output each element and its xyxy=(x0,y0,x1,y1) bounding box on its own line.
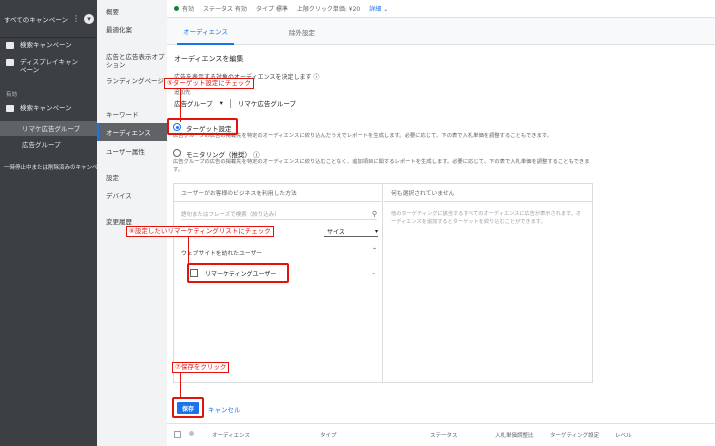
display-campaign-icon xyxy=(6,59,14,66)
status-dot-icon xyxy=(189,431,194,436)
details-link[interactable]: 詳細 ⌄ xyxy=(369,4,388,13)
audience-table-header: オーディエンス タイプ ステータス 入札単価調整比 ターゲティング設定 レベル xyxy=(167,424,715,446)
nav-item-remarketing-adgroup[interactable]: リマケ広告グループ xyxy=(0,121,97,136)
dropdown-arrow-icon: ▾ xyxy=(374,227,378,235)
nav-item-label: 広告グループ xyxy=(22,141,61,149)
menu-audiences-label: オーディエンス xyxy=(106,129,151,137)
chevron-down-icon: ⌄ xyxy=(383,6,389,13)
tab-exclusions[interactable]: 除外設定 xyxy=(289,18,315,45)
page-menu: 概要 最適化案 広告と広告表示オプション ランディングページ キーワード オーデ… xyxy=(97,0,167,446)
section-enabled: 有効 xyxy=(6,92,18,98)
source-dropdown[interactable]: サイス ▾ xyxy=(324,226,378,237)
help-icon[interactable]: ⓘ xyxy=(253,151,260,159)
all-campaigns-label: すべてのキャンペーン xyxy=(4,15,68,24)
column-header[interactable]: ターゲティング設定 xyxy=(550,431,599,439)
annotation-step5: ⑤ターゲット設定にチェック xyxy=(164,78,254,89)
dropdown-value: サイス xyxy=(327,228,345,236)
annotation-step6: ⑥設定したいリマーケティングリストにチェック xyxy=(126,226,274,237)
nav-item-label: ディスプレイキャンペーン xyxy=(20,58,79,74)
annotation-connector xyxy=(188,236,189,264)
enabled-status: 有効 xyxy=(174,4,194,13)
help-icon[interactable]: ⓘ xyxy=(313,74,319,81)
edit-heading: オーディエンスを編集 xyxy=(174,55,244,63)
add-to-label: 追加先 xyxy=(174,90,191,96)
annotation-connector xyxy=(180,88,181,122)
status-dot-icon xyxy=(174,6,179,11)
menu-audiences[interactable]: オーディエンス xyxy=(97,123,167,141)
column-header[interactable]: 入札単価調整比 xyxy=(495,431,534,439)
column-header[interactable]: レベル xyxy=(615,431,632,439)
selected-empty-message: 他のターゲティングに該当するすべてのオーディエンスに広告が表示されます。オーディ… xyxy=(391,211,582,225)
nav-item-enabled-campaign[interactable]: 検索キャンペーン xyxy=(0,104,97,116)
annotation-box-targeting xyxy=(167,118,238,135)
type-text: タイプ 標準 xyxy=(255,6,288,13)
selected-header: 何も選択されていません xyxy=(384,184,592,202)
annotation-box-list xyxy=(187,263,289,283)
radio-observation[interactable] xyxy=(173,149,181,157)
dropdown-arrow-icon: ▾ xyxy=(219,99,223,107)
menu-devices[interactable]: デバイス xyxy=(106,192,166,200)
app-root: すべてのキャンペーン ⋮ ▾ 検索キャンペーン ディスプレイキャンペーン 有効 … xyxy=(0,0,715,446)
audience-picker: ユーザーがお客様のビジネスを利用した方法 語句またはフレーズで検索（絞り込み） … xyxy=(173,183,593,383)
observation-description: 広告グループの広告の掲載先を特定のオーディエンスに絞り込むことなく、追加項目に関… xyxy=(173,159,590,173)
nav-item-label: リマケ広告グループ xyxy=(22,124,81,133)
chevron-down-icon[interactable]: ▾ xyxy=(83,13,94,24)
nav-item-label: 一時停止中または削除済みのキャンペーン xyxy=(4,165,97,171)
search-campaign-icon xyxy=(6,105,14,112)
website-visitors-label: ウェブサイトを訪れたユーザー xyxy=(181,251,263,257)
website-visitors-group[interactable]: ウェブサイトを訪れたユーザー ⌃ xyxy=(181,248,381,257)
list-item-size: – xyxy=(372,269,375,277)
menu-landing-pages[interactable]: ランディングページ xyxy=(106,77,166,85)
menu-ads[interactable]: 広告と広告表示オプション xyxy=(106,53,166,69)
status-text: ステータス 有効 xyxy=(203,6,247,13)
divider xyxy=(229,98,231,108)
tab-audiences[interactable]: オーディエンス xyxy=(177,18,234,45)
menu-demographics[interactable]: ユーザー属性 xyxy=(106,148,166,156)
status-bar: 有効 ステータス 有効 タイプ 標準 上限クリック単価: ¥20 詳細 ⌄ xyxy=(167,0,715,18)
nav-item-label: 検索キャンペーン xyxy=(20,104,72,112)
cancel-button[interactable]: キャンセル xyxy=(208,404,241,414)
search-input[interactable]: 語句またはフレーズで検索（絞り込み） ⚲ xyxy=(181,208,377,220)
column-header[interactable]: ステータス xyxy=(430,431,458,439)
nav-item-display-campaign[interactable]: ディスプレイキャンペーン xyxy=(0,58,97,74)
nav-item-paused[interactable]: 一時停止中または削除済みのキャンペーン xyxy=(0,164,97,172)
menu-settings[interactable]: 設定 xyxy=(106,174,166,182)
annotation-connector xyxy=(180,372,181,397)
menu-change-history[interactable]: 変更履歴 xyxy=(106,218,166,226)
annotation-box-save xyxy=(172,397,204,418)
chevron-up-icon: ⌃ xyxy=(372,248,377,254)
nav-item-label: 検索キャンペーン xyxy=(20,41,72,49)
search-placeholder: 語句またはフレーズで検索（絞り込み） xyxy=(181,211,280,218)
select-all-checkbox[interactable] xyxy=(174,431,181,438)
nav-item-adgroup[interactable]: 広告グループ xyxy=(0,141,97,153)
ad-group-selector[interactable]: 広告グループ ▾ リマケ広告グループ xyxy=(174,98,296,108)
search-icon: ⚲ xyxy=(371,209,377,218)
column-header[interactable]: タイプ xyxy=(320,431,337,439)
search-campaign-icon xyxy=(6,42,14,49)
menu-keywords[interactable]: キーワード xyxy=(106,111,166,119)
browse-pane: ユーザーがお客様のビジネスを利用した方法 語句またはフレーズで検索（絞り込み） … xyxy=(174,184,383,382)
more-vert-icon[interactable]: ⋮ xyxy=(72,14,80,23)
audience-tabs: オーディエンス 除外設定 xyxy=(167,18,715,45)
max-cpc-text: 上限クリック単価: ¥20 xyxy=(296,6,361,13)
ad-group-value: リマケ広告グループ xyxy=(237,100,297,108)
menu-overview[interactable]: 概要 xyxy=(106,8,166,16)
campaign-nav: すべてのキャンペーン ⋮ ▾ 検索キャンペーン ディスプレイキャンペーン 有効 … xyxy=(0,0,97,446)
radio-observation-label[interactable]: モニタリング（推奨） ⓘ xyxy=(186,149,260,159)
main-content: 有効 ステータス 有効 タイプ 標準 上限クリック単価: ¥20 詳細 ⌄ オー… xyxy=(167,0,715,446)
menu-recommendations[interactable]: 最適化案 xyxy=(106,26,166,34)
nav-item-search-campaign[interactable]: 検索キャンペーン xyxy=(0,38,97,52)
all-campaigns-header[interactable]: すべてのキャンペーン ⋮ ▾ xyxy=(0,0,97,38)
browse-header: ユーザーがお客様のビジネスを利用した方法 xyxy=(174,184,382,202)
column-header[interactable]: オーディエンス xyxy=(212,431,250,439)
